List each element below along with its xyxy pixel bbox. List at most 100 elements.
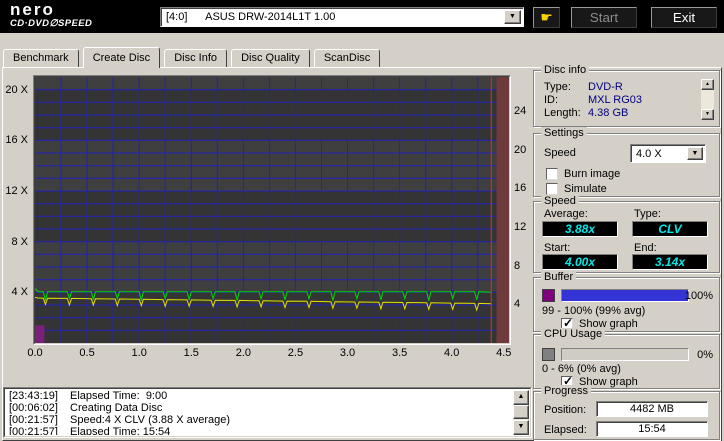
start-button[interactable]: Start <box>571 7 637 28</box>
buffer-group: Buffer 100% 99 - 100% (99% avg) Show gra… <box>533 277 720 332</box>
burn-image-checkbox[interactable] <box>546 168 558 180</box>
tick-label: 4.0 <box>444 347 459 359</box>
disc-info-row: Type:DVD-R <box>544 81 623 93</box>
log-line[interactable]: [00:21:57]Speed:4 X CLV (3.88 X average) <box>6 414 513 426</box>
disc-info-scrollbar[interactable] <box>701 79 714 120</box>
log-message: Speed:4 X CLV (3.88 X average) <box>70 414 230 426</box>
tick-label: 3.5 <box>392 347 407 359</box>
tab-disc-info[interactable]: Disc Info <box>164 49 227 67</box>
disc-info-row: ID:MXL RG03 <box>544 94 642 106</box>
buffer-swatch <box>542 289 555 302</box>
log-line[interactable]: [00:06:02]Creating Data Disc <box>6 402 513 414</box>
tick-label: 4 <box>514 298 520 310</box>
disc-length-value: 4.38 GB <box>588 107 628 119</box>
tick-label: 12 <box>514 221 526 233</box>
tab-benchmark[interactable]: Benchmark <box>3 49 79 67</box>
tick-label: 1.5 <box>184 347 199 359</box>
cpu-range: 0 - 6% (0% avg) <box>542 363 621 375</box>
end-speed-display: 3.14x <box>632 254 708 270</box>
cpu-percent: 0% <box>697 349 713 361</box>
tick-label: 0.0 <box>27 347 42 359</box>
buffer-range: 99 - 100% (99% avg) <box>542 305 645 317</box>
chevron-down-icon[interactable] <box>687 147 703 160</box>
disc-length-label: Length: <box>544 107 588 119</box>
simulate-label: Simulate <box>564 183 607 195</box>
tab-create-disc[interactable]: Create Disc <box>83 47 160 68</box>
logo-text: nero <box>10 2 92 18</box>
group-title: Disc info <box>541 64 589 76</box>
disc-id-label: ID: <box>544 94 588 106</box>
tab-scandisc[interactable]: ScanDisc <box>314 49 380 67</box>
chevron-down-icon[interactable] <box>504 10 521 24</box>
cpu-usage-group: CPU Usage 0% 0 - 6% (0% avg) Show graph <box>533 334 720 389</box>
tick-label: 4 X <box>11 286 28 298</box>
drive-select[interactable]: [4:0] ASUS DRW-2014L1T 1.00 <box>160 7 524 27</box>
write-type-display: CLV <box>632 221 708 237</box>
log-scrollbar[interactable] <box>513 390 529 435</box>
group-title: Progress <box>541 385 591 397</box>
options-button[interactable] <box>533 7 560 28</box>
disc-type-label: Type: <box>544 81 588 93</box>
position-label: Position: <box>544 404 586 416</box>
tick-label: 20 <box>514 144 526 156</box>
elapsed-value: 15:54 <box>596 421 708 437</box>
scrollbar-thumb[interactable] <box>513 405 529 419</box>
exit-button[interactable]: Exit <box>651 7 717 28</box>
speed-select-value: 4.0 X <box>636 148 662 160</box>
log-message: Elapsed Time: 15:54 <box>70 426 170 435</box>
group-title: Speed <box>541 195 579 207</box>
log-time: [23:43:19] <box>6 390 70 402</box>
app-header: nero CD·DVD∅SPEED [4:0] ASUS DRW-2014L1T… <box>0 0 724 33</box>
tick-label: 2.5 <box>288 347 303 359</box>
tick-label: 1.0 <box>132 347 147 359</box>
cpu-bar <box>561 348 689 361</box>
elapsed-label: Elapsed: <box>544 424 587 436</box>
scroll-up-button[interactable] <box>701 79 714 90</box>
disc-info-row: Length:4.38 GB <box>544 107 628 119</box>
nero-logo: nero CD·DVD∅SPEED <box>10 2 92 29</box>
hand-icon <box>540 10 553 25</box>
buffer-bar-fill <box>562 290 688 301</box>
y-axis-right: 2420161284 <box>514 77 532 343</box>
cpu-swatch <box>542 348 555 361</box>
tab-bar: Benchmark Create Disc Disc Info Disc Qua… <box>3 49 381 69</box>
log-message: Elapsed Time: 9:00 <box>70 390 167 402</box>
scroll-down-button[interactable] <box>513 420 529 435</box>
group-title: Settings <box>541 127 587 139</box>
log-line[interactable]: [23:43:19]Elapsed Time: 9:00 <box>6 390 513 402</box>
log-listbox[interactable]: [23:43:19]Elapsed Time: 9:00 [00:06:02]C… <box>3 387 532 438</box>
progress-group: Progress Position: 4482 MB Elapsed: 15:5… <box>533 391 720 440</box>
logo-subtext: CD·DVD∅SPEED <box>10 18 92 29</box>
tick-label: 12 X <box>5 185 28 197</box>
tick-label: 2.0 <box>236 347 251 359</box>
buffer-percent: 100% <box>685 290 713 302</box>
speed-chart <box>33 75 511 345</box>
disc-id-value: MXL RG03 <box>588 94 642 106</box>
tab-disc-quality[interactable]: Disc Quality <box>231 49 310 67</box>
start-label: Start: <box>544 242 570 254</box>
log-time: [00:21:57] <box>6 414 70 426</box>
speed-select[interactable]: 4.0 X <box>630 144 706 163</box>
tick-label: 0.5 <box>79 347 94 359</box>
drive-select-value: [4:0] ASUS DRW-2014L1T 1.00 <box>166 11 335 23</box>
speed-label: Speed <box>544 147 576 159</box>
position-value: 4482 MB <box>596 401 708 417</box>
settings-group: Settings Speed 4.0 X Burn image Simulate <box>533 133 720 197</box>
group-title: Buffer <box>541 271 576 283</box>
disc-info-group: Disc info Type:DVD-R ID:MXL RG03 Length:… <box>533 70 720 127</box>
tick-label: 16 <box>514 182 526 194</box>
scroll-down-button[interactable] <box>701 109 714 120</box>
y-axis-left: 20 X16 X12 X8 X4 X <box>0 77 30 343</box>
group-title: CPU Usage <box>541 328 605 340</box>
scroll-up-button[interactable] <box>513 390 529 405</box>
buffer-bar <box>561 289 689 302</box>
chart-plot <box>34 76 510 344</box>
burn-image-label: Burn image <box>564 168 620 180</box>
end-label: End: <box>634 242 657 254</box>
log-line[interactable]: [00:21:57]Elapsed Time: 15:54 <box>6 426 513 435</box>
log-message: Creating Data Disc <box>70 402 162 414</box>
tick-label: 24 <box>514 105 526 117</box>
simulate-checkbox[interactable] <box>546 183 558 195</box>
type-label: Type: <box>634 208 661 220</box>
log-time: [00:21:57] <box>6 426 70 435</box>
